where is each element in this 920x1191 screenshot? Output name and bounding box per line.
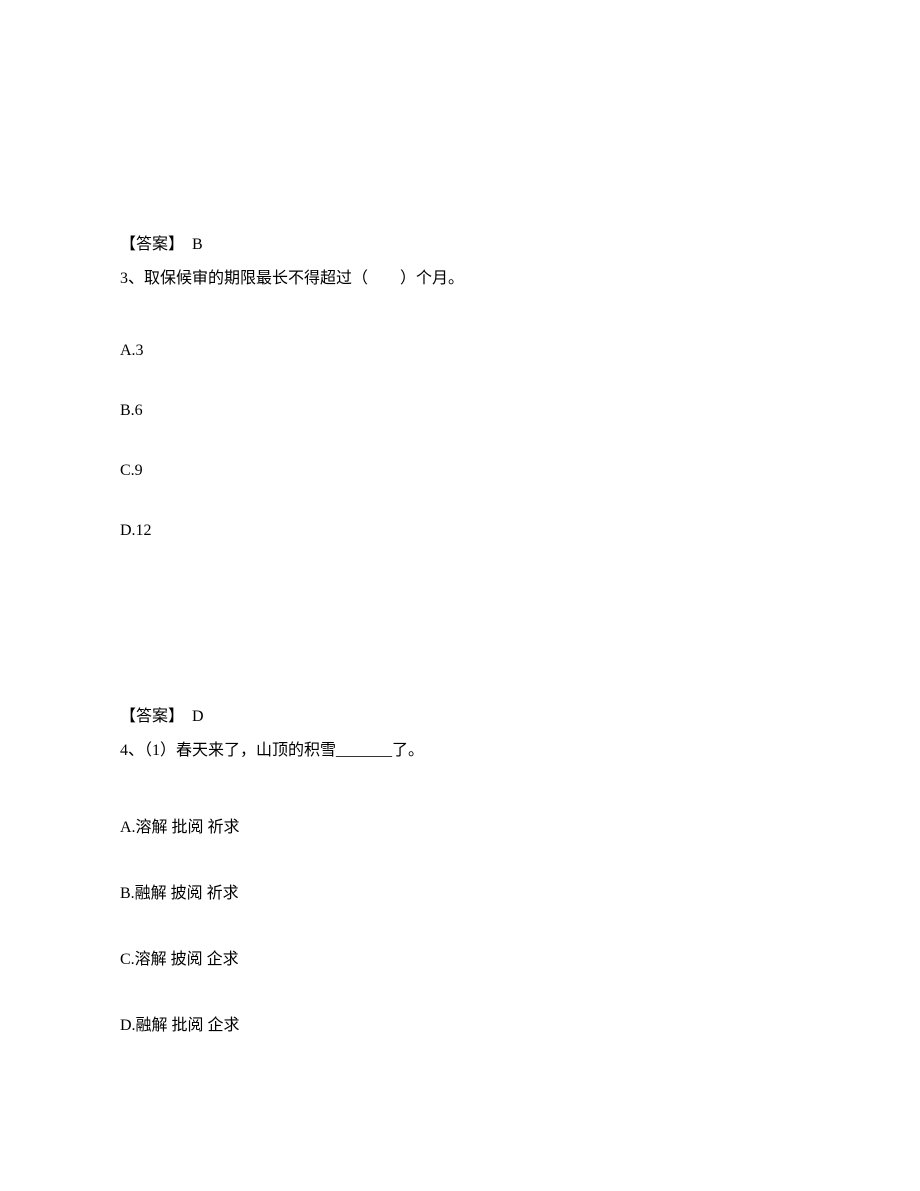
option-text: D.12 [120, 522, 152, 539]
option-text: B.融解 披阅 祈求 [120, 885, 239, 902]
question-text: （1）春天来了，山顶的积雪_______了。 [144, 742, 424, 759]
question-text: 取保候审的期限最长不得超过（ ）个月。 [144, 270, 464, 287]
option-text: C.溶解 披阅 企求 [120, 951, 239, 968]
answer-block-1: 【答案】 B [120, 230, 800, 254]
option-text: B.6 [120, 402, 143, 419]
option-3b: B.6 [120, 402, 800, 420]
option-4b: B.融解 披阅 祈求 [120, 879, 800, 903]
option-3d: D.12 [120, 522, 800, 540]
option-text: A.3 [120, 342, 144, 359]
question-number: 4、 [120, 742, 144, 759]
question-number: 3、 [120, 270, 144, 287]
option-4d: D.融解 批阅 企求 [120, 1011, 800, 1035]
answer-block-2: 【答案】 D [120, 702, 800, 726]
option-3c: C.9 [120, 462, 800, 480]
option-4a: A.溶解 批阅 祈求 [120, 813, 800, 837]
option-text: C.9 [120, 462, 143, 479]
option-3a: A.3 [120, 342, 800, 360]
option-text: D.融解 批阅 企求 [120, 1017, 240, 1034]
question-3: 3、取保候审的期限最长不得超过（ ）个月。 [120, 266, 800, 292]
answer-value: D [192, 708, 204, 725]
answer-label: 【答案】 [120, 236, 184, 253]
question-4: 4、（1）春天来了，山顶的积雪_______了。 [120, 738, 800, 764]
answer-value: B [192, 236, 203, 253]
spacer [120, 582, 800, 702]
document-page: 【答案】 B 3、取保候审的期限最长不得超过（ ）个月。 A.3 B.6 C.9… [0, 0, 920, 1137]
option-4c: C.溶解 披阅 企求 [120, 945, 800, 969]
answer-label: 【答案】 [120, 708, 184, 725]
option-text: A.溶解 批阅 祈求 [120, 819, 240, 836]
